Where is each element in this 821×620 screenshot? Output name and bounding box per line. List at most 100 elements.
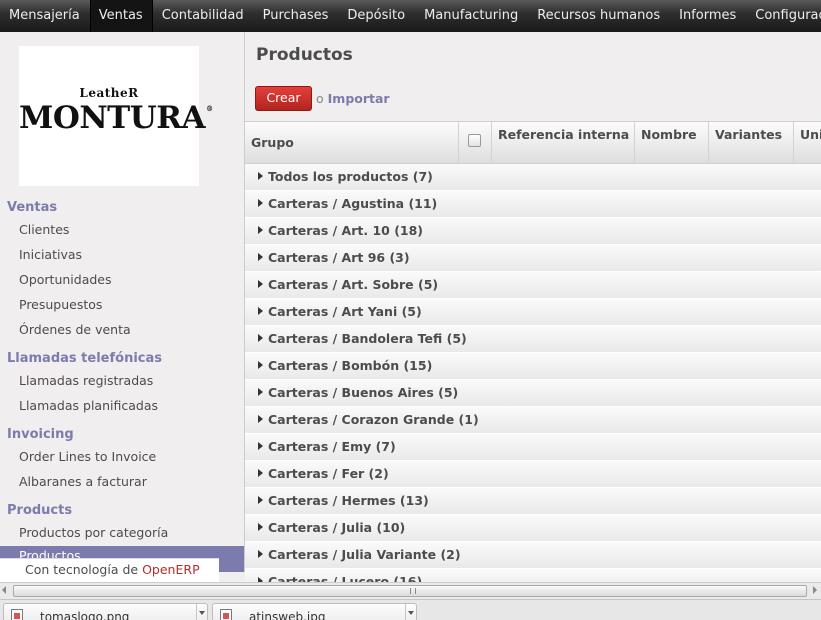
- scrollbar-thumb[interactable]: [13, 585, 807, 597]
- expand-triangle-icon: [258, 172, 263, 180]
- group-label: Carteras / Julia Variante (2): [268, 547, 461, 562]
- download-item[interactable]: atinsweb.jpg: [212, 603, 417, 620]
- products-grid: Grupo Referencia interna Nombre Variante…: [245, 121, 821, 582]
- logo-small-text: LeatheR: [79, 86, 139, 100]
- menu-mensajeria[interactable]: Mensajería: [0, 0, 90, 32]
- group-label: Carteras / Art. 10 (18): [268, 223, 424, 238]
- expand-triangle-icon: [258, 334, 263, 342]
- group-label: Carteras / Agustina (11): [268, 196, 438, 211]
- group-row[interactable]: Todos los productos (7): [245, 164, 821, 191]
- select-all-checkbox[interactable]: [468, 134, 481, 147]
- column-header-nombre[interactable]: Nombre: [634, 122, 708, 164]
- menu-deposito[interactable]: Depósito: [338, 0, 415, 32]
- sidebar-section-ventas: Ventas: [7, 200, 58, 215]
- scroll-right-arrow-icon[interactable]: [813, 586, 817, 594]
- sidebar-item-oportunidades[interactable]: Oportunidades: [19, 272, 112, 287]
- expand-triangle-icon: [258, 280, 263, 288]
- chevron-down-icon[interactable]: [405, 604, 416, 620]
- group-row[interactable]: Carteras / Art Yani (5): [245, 299, 821, 326]
- group-row[interactable]: Carteras / Fer (2): [245, 461, 821, 488]
- sidebar-item-order-lines-to-invoice[interactable]: Order Lines to Invoice: [19, 449, 156, 464]
- group-row[interactable]: Carteras / Bombón (15): [245, 353, 821, 380]
- menu-manufacturing[interactable]: Manufacturing: [415, 0, 528, 32]
- download-item[interactable]: tomaslogo.png: [3, 603, 208, 620]
- import-area: o Importar: [316, 91, 390, 106]
- expand-triangle-icon: [258, 307, 263, 315]
- column-header-grupo[interactable]: Grupo: [245, 122, 458, 164]
- group-label: Carteras / Bandolera Tefi (5): [268, 331, 467, 346]
- sidebar: LeatheR MONTURA® Ventas Clientes Iniciat…: [0, 32, 245, 572]
- powered-prefix: Con tecnología de: [25, 562, 139, 577]
- sidebar-section-products: Products: [7, 503, 73, 518]
- sidebar-item-productos-por-categoria[interactable]: Productos por categoría: [19, 525, 168, 540]
- expand-triangle-icon: [258, 469, 263, 477]
- group-row[interactable]: Carteras / Julia (10): [245, 515, 821, 542]
- scroll-left-arrow-icon[interactable]: [2, 586, 6, 594]
- group-row[interactable]: Carteras / Corazon Grande (1): [245, 407, 821, 434]
- column-header-referencia-interna[interactable]: Referencia interna: [491, 122, 634, 164]
- select-all-cell: [458, 122, 491, 164]
- group-label: Carteras / Buenos Aires (5): [268, 385, 459, 400]
- download-filename: tomaslogo.png: [40, 610, 130, 620]
- expand-triangle-icon: [258, 442, 263, 450]
- group-row[interactable]: Carteras / Lucero (16): [245, 569, 821, 582]
- menu-informes[interactable]: Informes: [670, 0, 746, 32]
- group-row[interactable]: Carteras / Hermes (13): [245, 488, 821, 515]
- expand-triangle-icon: [258, 226, 263, 234]
- group-row[interactable]: Carteras / Art. 10 (18): [245, 218, 821, 245]
- company-logo[interactable]: LeatheR MONTURA®: [19, 46, 213, 186]
- sidebar-section-llamadas: Llamadas telefónicas: [7, 351, 162, 366]
- expand-triangle-icon: [258, 199, 263, 207]
- create-button[interactable]: Crear: [255, 86, 312, 111]
- group-row[interactable]: Carteras / Agustina (11): [245, 191, 821, 218]
- group-row[interactable]: Carteras / Bandolera Tefi (5): [245, 326, 821, 353]
- menu-recursos-humanos[interactable]: Recursos humanos: [528, 0, 670, 32]
- expand-triangle-icon: [258, 523, 263, 531]
- powered-by: Con tecnología de OpenERP: [0, 558, 219, 582]
- group-label: Carteras / Lucero (16): [268, 574, 423, 582]
- top-menu: Mensajería Ventas Contabilidad Purchases…: [0, 0, 821, 32]
- menu-purchases[interactable]: Purchases: [254, 0, 339, 32]
- chevron-down-icon[interactable]: [196, 604, 207, 620]
- main-content: Productos Crear o Importar Grupo Referen…: [245, 32, 821, 582]
- page-title: Productos: [256, 45, 353, 65]
- menu-ventas[interactable]: Ventas: [89, 0, 153, 32]
- column-header-variantes[interactable]: Variantes: [708, 122, 793, 164]
- column-header-unidad[interactable]: Uni: [793, 122, 821, 164]
- sidebar-item-albaranes-a-facturar[interactable]: Albaranes a facturar: [19, 474, 147, 489]
- downloads-bar: tomaslogo.png atinsweb.jpg: [0, 599, 821, 620]
- sidebar-item-clientes[interactable]: Clientes: [19, 222, 69, 237]
- import-link[interactable]: Importar: [328, 91, 390, 106]
- group-label: Carteras / Bombón (15): [268, 358, 433, 373]
- sidebar-item-iniciativas[interactable]: Iniciativas: [19, 247, 82, 262]
- or-label: o: [316, 91, 324, 106]
- sidebar-item-presupuestos[interactable]: Presupuestos: [19, 297, 102, 312]
- group-label: Carteras / Art. Sobre (5): [268, 277, 439, 292]
- scrollbar-grip-icon: [410, 588, 416, 594]
- download-filename: atinsweb.jpg: [249, 610, 326, 620]
- group-row[interactable]: Carteras / Emy (7): [245, 434, 821, 461]
- expand-triangle-icon: [258, 253, 263, 261]
- image-file-icon: [220, 609, 232, 620]
- sidebar-item-ordenes-de-venta[interactable]: Órdenes de venta: [19, 322, 131, 337]
- sidebar-item-llamadas-planificadas[interactable]: Llamadas planificadas: [19, 398, 158, 413]
- group-label: Carteras / Fer (2): [268, 466, 389, 481]
- expand-triangle-icon: [258, 550, 263, 558]
- expand-triangle-icon: [258, 496, 263, 504]
- group-row[interactable]: Carteras / Art 96 (3): [245, 245, 821, 272]
- expand-triangle-icon: [258, 361, 263, 369]
- sidebar-item-llamadas-registradas[interactable]: Llamadas registradas: [19, 373, 153, 388]
- group-row[interactable]: Carteras / Julia Variante (2): [245, 542, 821, 569]
- group-label: Todos los productos (7): [268, 169, 433, 184]
- group-label: Carteras / Art 96 (3): [268, 250, 410, 265]
- grid-header: Grupo Referencia interna Nombre Variante…: [245, 121, 821, 164]
- sidebar-section-invoicing: Invoicing: [7, 427, 74, 442]
- group-row[interactable]: Carteras / Art. Sobre (5): [245, 272, 821, 299]
- menu-configuracion[interactable]: Configuración: [746, 0, 821, 32]
- expand-triangle-icon: [258, 415, 263, 423]
- horizontal-scrollbar[interactable]: [0, 582, 821, 599]
- group-row[interactable]: Carteras / Buenos Aires (5): [245, 380, 821, 407]
- logo-big-text: MONTURA®: [19, 100, 213, 136]
- menu-contabilidad[interactable]: Contabilidad: [153, 0, 254, 32]
- openerp-link[interactable]: OpenERP: [142, 562, 200, 577]
